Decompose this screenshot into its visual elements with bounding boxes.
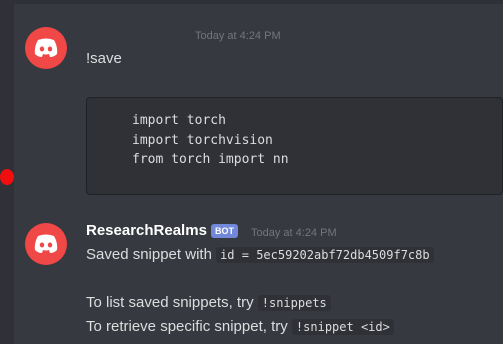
avatar[interactable] bbox=[25, 223, 67, 265]
message-group: ResearchRealms BOT Today at 4:24 PM Save… bbox=[14, 0, 503, 344]
inline-code: id = 5ec59202abf72db4509f7c8b bbox=[216, 247, 434, 263]
inline-code: !snippet <id> bbox=[291, 319, 394, 335]
message-timestamp: Today at 4:24 PM bbox=[251, 227, 337, 239]
text-segment: To retrieve specific snippet, try bbox=[86, 318, 292, 335]
text-segment: To list saved snippets, try bbox=[86, 294, 258, 311]
message-text: To list saved snippets, try !snippets bbox=[86, 293, 331, 313]
message-text: To retrieve specific snippet, try !snipp… bbox=[86, 317, 394, 337]
username[interactable]: ResearchRealms bbox=[86, 221, 207, 241]
inline-code: !snippets bbox=[257, 295, 331, 311]
bot-badge: BOT bbox=[211, 224, 238, 238]
unread-indicator bbox=[0, 169, 14, 185]
text-segment: Saved snippet with bbox=[86, 246, 217, 263]
message-text: Saved snippet with id = 5ec59202abf72db4… bbox=[86, 245, 434, 265]
discord-logo-icon bbox=[34, 234, 58, 253]
